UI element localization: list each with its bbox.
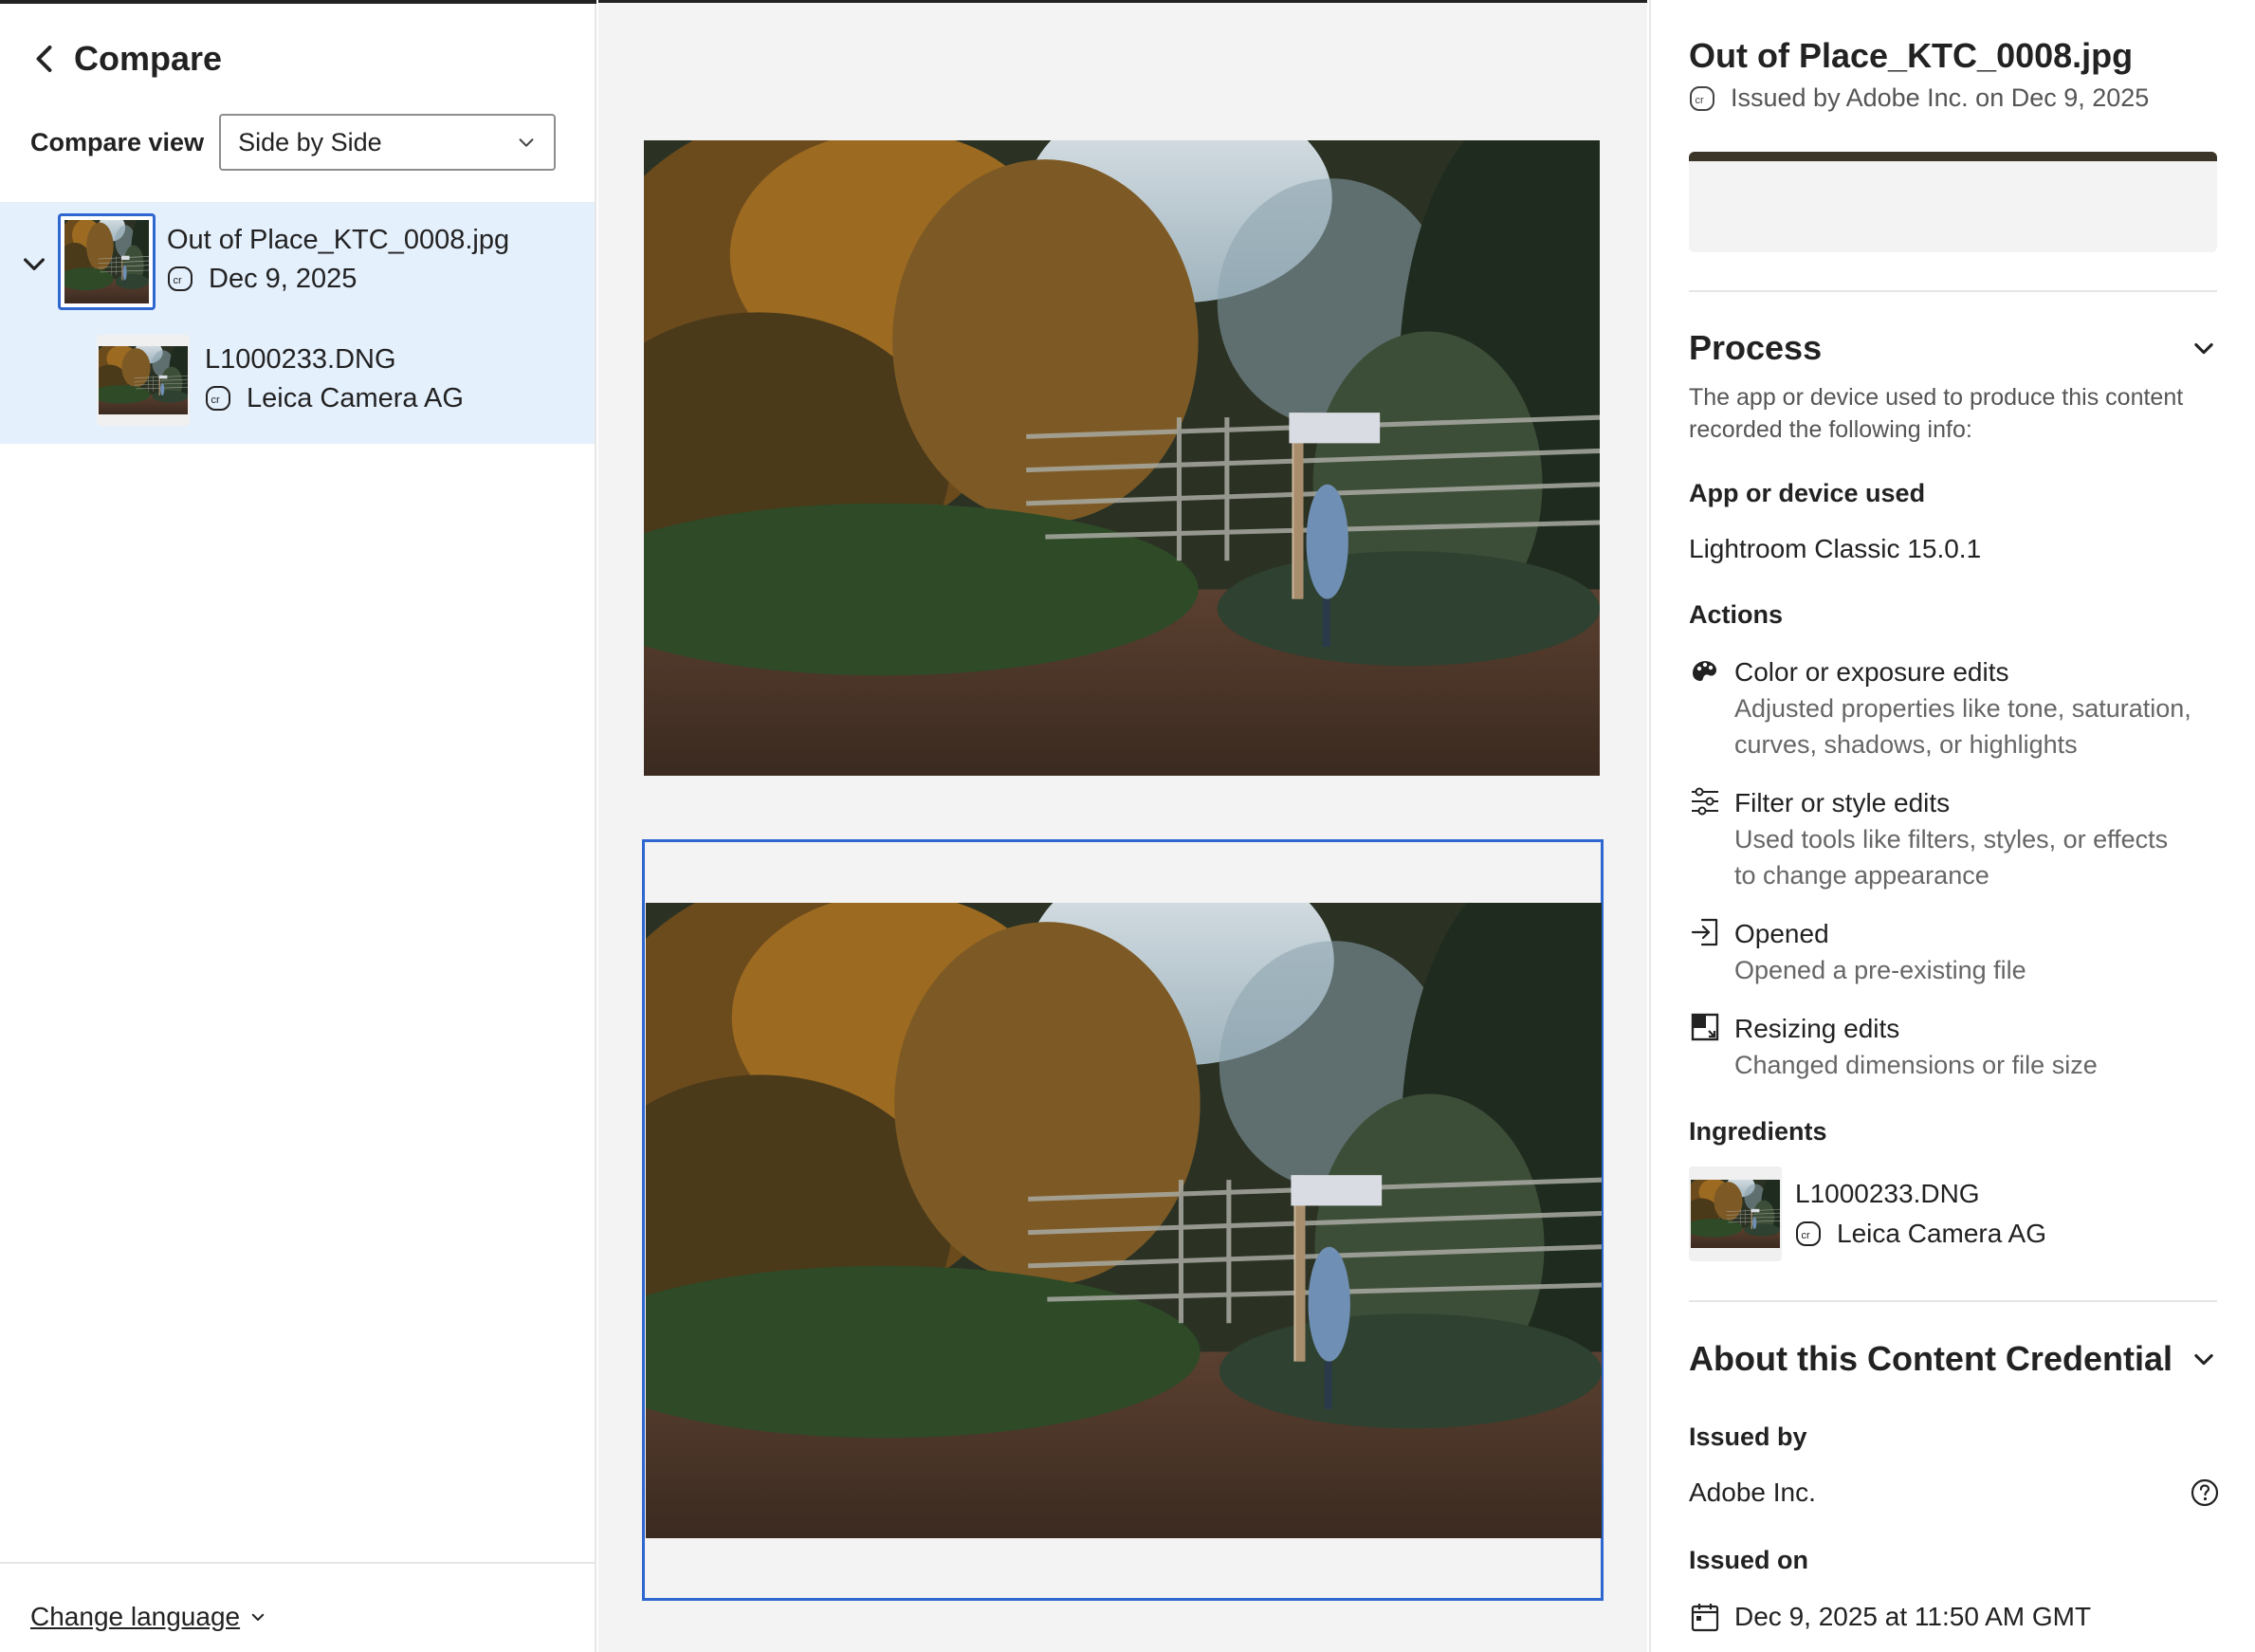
- preview-image-strip: [1689, 152, 2217, 161]
- svg-text:cr: cr: [174, 275, 183, 286]
- compare-canvas: [598, 0, 1647, 1652]
- collapse-toggle[interactable]: [19, 248, 49, 279]
- divider: [1689, 290, 2217, 292]
- action-description: Adjusted properties like tone, saturatio…: [1734, 694, 2191, 723]
- compare-view-select[interactable]: Side by Side: [219, 114, 557, 171]
- thumbnail-out-of-place[interactable]: [58, 213, 156, 310]
- action-description: Changed dimensions or file size: [1734, 1051, 2098, 1079]
- top-border: [0, 0, 596, 4]
- tree-item-text: Out of Place_KTC_0008.jpg cr Dec 9, 2025: [167, 221, 509, 299]
- top-border: [598, 0, 1647, 3]
- compare-image-selected[interactable]: [642, 839, 1604, 1601]
- tree-item-out-of-place[interactable]: Out of Place_KTC_0008.jpg cr Dec 9, 2025: [0, 213, 595, 314]
- svg-text:cr: cr: [1696, 95, 1705, 106]
- action-title: Filter or style edits: [1734, 788, 1951, 817]
- compare-view-control: Compare view Side by Side: [30, 114, 557, 171]
- back-to-compare-button[interactable]: Compare: [28, 38, 222, 80]
- action-resizing: Resizing edits Changed dimensions or fil…: [1689, 1011, 2220, 1083]
- photo-image: [646, 903, 1602, 1538]
- issued-by-label: Issued by: [1689, 1423, 1807, 1451]
- ingredient-meta: cr Leica Camera AG: [1795, 1214, 2046, 1254]
- tree-item-meta: cr Leica Camera AG: [205, 378, 464, 418]
- process-section-toggle[interactable]: Process: [1689, 328, 2217, 368]
- action-opened: Opened Opened a pre-existing file: [1689, 916, 2220, 988]
- tree-item-issuer: Leica Camera AG: [247, 383, 464, 413]
- compare-sidebar: Compare Compare view Side by Side Out of…: [0, 0, 596, 1652]
- ingredient-l1000233[interactable]: L1000233.DNG cr Leica Camera AG: [1689, 1166, 2046, 1261]
- file-title: Out of Place_KTC_0008.jpg: [1689, 36, 2134, 75]
- tree-item-text: L1000233.DNG cr Leica Camera AG: [205, 340, 464, 418]
- tree-item-name: Out of Place_KTC_0008.jpg: [167, 225, 510, 255]
- tree-item-l1000233[interactable]: L1000233.DNG cr Leica Camera AG: [0, 335, 595, 430]
- issued-summary: cr Issued by Adobe Inc. on Dec 9, 2025: [1689, 83, 2149, 113]
- file-tree: Out of Place_KTC_0008.jpg cr Dec 9, 2025…: [0, 202, 595, 444]
- action-title: Resizing edits: [1734, 1014, 1900, 1043]
- issued-on-row: Dec 9, 2025 at 11:50 AM GMT: [1689, 1601, 2091, 1633]
- help-icon[interactable]: [2190, 1478, 2220, 1508]
- about-section-toggle[interactable]: About this Content Credential: [1689, 1339, 2217, 1379]
- palette-icon: [1689, 654, 1721, 687]
- content-credentials-icon: cr: [1795, 1221, 1822, 1247]
- ingredients-label: Ingredients: [1689, 1117, 1827, 1146]
- divider: [1689, 1300, 2217, 1302]
- chevron-left-icon: [28, 42, 63, 76]
- svg-text:cr: cr: [1802, 1230, 1811, 1241]
- app-device-label: App or device used: [1689, 479, 1926, 507]
- action-filter-style: Filter or style edits Used tools like fi…: [1689, 785, 2220, 893]
- ingredient-issuer: Leica Camera AG: [1837, 1219, 2046, 1248]
- change-language-label: Change language: [30, 1602, 241, 1631]
- thumbnail-l1000233[interactable]: [97, 335, 190, 426]
- photo-image: [644, 140, 1600, 776]
- compare-view-value: Side by Side: [238, 127, 382, 156]
- chevron-down-icon: [249, 1608, 266, 1625]
- resize-icon: [1689, 1011, 1721, 1043]
- actions-label: Actions: [1689, 600, 1784, 629]
- sidebar-title: Compare: [74, 39, 223, 78]
- process-heading: Process: [1689, 328, 1823, 367]
- tree-item-name: L1000233.DNG: [205, 344, 396, 375]
- about-heading: About this Content Credential: [1689, 1339, 2172, 1378]
- preview-area: [1689, 152, 2217, 252]
- issued-on-value: Dec 9, 2025 at 11:50 AM GMT: [1734, 1602, 2092, 1631]
- action-title: Color or exposure edits: [1734, 657, 2009, 687]
- action-description: Used tools like filters, styles, or effe…: [1734, 825, 2169, 854]
- app-device-value: Lightroom Classic 15.0.1: [1689, 534, 1982, 563]
- content-credentials-icon: cr: [205, 385, 231, 412]
- action-color-exposure: Color or exposure edits Adjusted propert…: [1689, 654, 2220, 762]
- sliders-icon: [1689, 785, 1721, 817]
- ingredient-thumbnail: [1689, 1166, 1782, 1261]
- compare-image-ingredient[interactable]: [644, 140, 1602, 777]
- action-description: to change appearance: [1734, 861, 1989, 890]
- chevron-down-icon: [2191, 335, 2217, 361]
- ingredient-name: L1000233.DNG: [1795, 1179, 1980, 1208]
- action-description: curves, shadows, or highlights: [1734, 730, 2078, 759]
- process-description: The app or device used to produce this c…: [1689, 384, 2184, 443]
- content-credentials-icon: cr: [167, 266, 193, 292]
- svg-text:cr: cr: [211, 395, 221, 406]
- change-language-link[interactable]: Change language: [30, 1602, 266, 1632]
- details-panel: Out of Place_KTC_0008.jpg cr Issued by A…: [1649, 0, 2255, 1652]
- import-icon: [1689, 916, 1721, 948]
- issued-summary-text: Issued by Adobe Inc. on Dec 9, 2025: [1731, 83, 2150, 112]
- issued-on-label: Issued on: [1689, 1546, 1809, 1574]
- chevron-down-icon: [2191, 1346, 2217, 1372]
- content-credentials-icon: cr: [1689, 85, 1715, 112]
- sidebar-footer: Change language: [0, 1562, 595, 1652]
- issued-by-value: Adobe Inc.: [1689, 1478, 1816, 1507]
- action-description: Opened a pre-existing file: [1734, 956, 2026, 984]
- tree-item-meta: cr Dec 9, 2025: [167, 259, 509, 299]
- tree-item-date: Dec 9, 2025: [209, 264, 358, 294]
- compare-view-label: Compare view: [30, 127, 205, 156]
- calendar-icon: [1691, 1604, 1719, 1632]
- action-title: Opened: [1734, 919, 1829, 948]
- chevron-down-icon: [516, 132, 537, 153]
